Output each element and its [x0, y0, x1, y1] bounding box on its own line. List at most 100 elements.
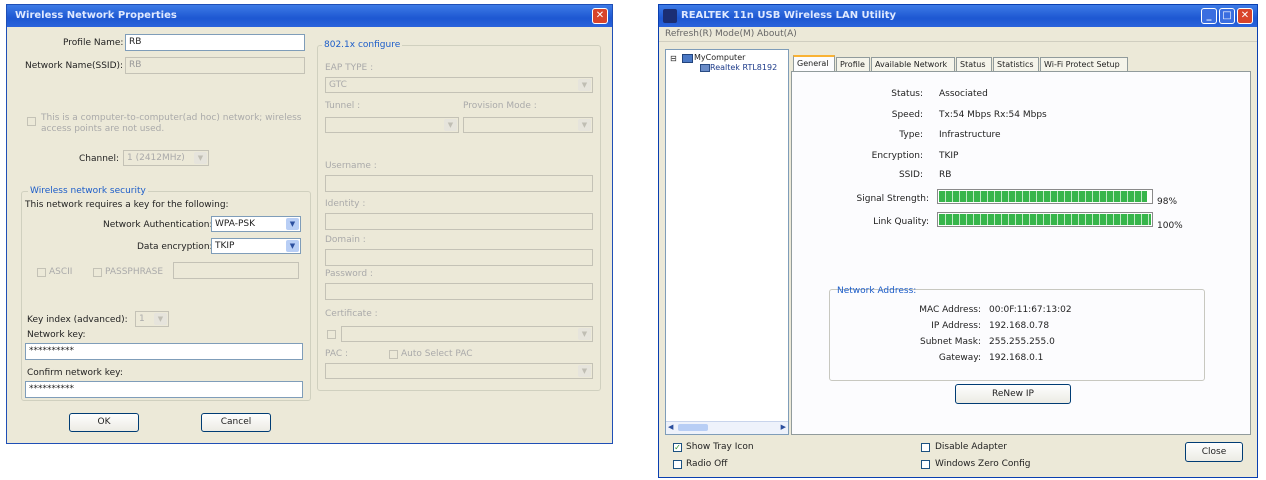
channel-label: Channel:	[79, 154, 119, 164]
ascii-checkbox[interactable]	[37, 268, 46, 277]
show-tray-checkbox[interactable]: ✓	[673, 443, 682, 452]
menu-refresh[interactable]: Refresh(R)	[665, 29, 712, 39]
ssid-value: RB	[939, 170, 952, 180]
wzc-checkbox[interactable]	[921, 460, 930, 469]
profile-name-input[interactable]: RB	[125, 34, 305, 51]
key-index-select[interactable]: 1 ▼	[135, 311, 169, 327]
chevron-down-icon: ▼	[578, 119, 591, 131]
dot1x-title: 802.1x configure	[322, 40, 403, 50]
pac-label: PAC :	[325, 349, 349, 359]
tree-hscrollbar[interactable]: ◀ ▶	[666, 421, 788, 434]
gateway-value: 192.168.0.1	[989, 353, 1044, 363]
tab-status[interactable]: Status	[956, 57, 992, 72]
close-button[interactable]: Close	[1185, 442, 1243, 462]
dialog-titlebar[interactable]: Wireless Network Properties ✕	[7, 5, 612, 27]
cancel-button[interactable]: Cancel	[201, 413, 271, 432]
tab-profile[interactable]: Profile	[836, 57, 870, 72]
utility-titlebar[interactable]: REALTEK 11n USB Wireless LAN Utility _ □…	[659, 5, 1257, 27]
link-label: Link Quality:	[873, 217, 929, 227]
tab-statistics[interactable]: Statistics	[993, 57, 1039, 72]
menu-about[interactable]: About(A)	[757, 29, 797, 39]
security-group-title: Wireless network security	[28, 186, 148, 196]
radio-off-checkbox[interactable]	[673, 460, 682, 469]
adhoc-text-line2: access points are not used.	[41, 124, 165, 134]
signal-value: 98%	[1157, 197, 1178, 207]
signal-label: Signal Strength:	[856, 194, 929, 204]
password-label: Password :	[325, 269, 373, 279]
disable-adapter-checkbox[interactable]	[921, 443, 930, 452]
adapter-icon	[700, 64, 710, 72]
confirm-key-label: Confirm network key:	[27, 368, 123, 378]
passphrase-input[interactable]	[173, 262, 299, 279]
chevron-down-icon: ▼	[578, 365, 591, 377]
certificate-select[interactable]: ▼	[341, 326, 593, 342]
minimize-icon[interactable]: _	[1201, 8, 1217, 24]
tab-available-network[interactable]: Available Network	[871, 57, 955, 72]
ssid-label: Network Name(SSID):	[25, 61, 124, 71]
mac-value: 00:0F:11:67:13:02	[989, 305, 1072, 315]
tree-child-label[interactable]: Realtek RTL8192	[710, 63, 777, 72]
scroll-left-icon[interactable]: ◀	[668, 423, 673, 431]
network-key-input[interactable]: **********	[25, 343, 303, 360]
ssid-input[interactable]: RB	[125, 57, 305, 74]
ok-button[interactable]: OK	[69, 413, 139, 432]
tunnel-select[interactable]: ▼	[325, 117, 459, 133]
tab-wifi-protect-setup[interactable]: Wi-Fi Protect Setup	[1040, 57, 1128, 72]
auth-select[interactable]: WPA-PSK ▼	[211, 216, 301, 232]
provision-select[interactable]: ▼	[463, 117, 593, 133]
auth-label: Network Authentication:	[103, 220, 213, 230]
tunnel-label: Tunnel :	[325, 101, 361, 111]
type-value: Infrastructure	[939, 130, 1001, 140]
password-input[interactable]	[325, 283, 593, 300]
chevron-down-icon: ▼	[578, 79, 591, 91]
dialog-title: Wireless Network Properties	[15, 10, 177, 21]
network-address-title: Network Address:	[837, 286, 917, 296]
chevron-down-icon: ▼	[194, 152, 207, 164]
chevron-down-icon: ▼	[286, 240, 299, 252]
speed-value: Tx:54 Mbps Rx:54 Mbps	[939, 110, 1047, 120]
chevron-down-icon: ▼	[286, 218, 299, 230]
network-address-group	[829, 289, 1205, 381]
passphrase-checkbox[interactable]	[93, 268, 102, 277]
confirm-key-input[interactable]: **********	[25, 381, 303, 398]
tree-pane: ⊟ MyComputer Realtek RTL8192 ◀ ▶	[665, 49, 789, 435]
mask-value: 255.255.255.0	[989, 337, 1055, 347]
username-input[interactable]	[325, 175, 593, 192]
key-index-label: Key index (advanced):	[27, 315, 128, 325]
auto-pac-checkbox[interactable]	[389, 350, 398, 359]
profile-name-label: Profile Name:	[63, 38, 124, 48]
chevron-down-icon: ▼	[444, 119, 457, 131]
gateway-label: Gateway:	[938, 353, 981, 363]
speed-label: Speed:	[891, 110, 923, 120]
eap-type-select[interactable]: GTC ▼	[325, 77, 593, 93]
signal-strength-fill	[939, 191, 1147, 202]
tree-expand-icon[interactable]: ⊟	[670, 54, 677, 63]
ascii-label: ASCII	[49, 267, 73, 277]
maximize-icon[interactable]: □	[1219, 8, 1235, 24]
provision-label: Provision Mode :	[463, 101, 537, 111]
channel-select[interactable]: 1 (2412MHz) ▼	[123, 150, 209, 166]
pac-select[interactable]: ▼	[325, 363, 593, 379]
close-icon[interactable]: ✕	[1237, 8, 1253, 24]
tab-general[interactable]: General	[793, 55, 835, 72]
domain-input[interactable]	[325, 249, 593, 266]
radio-off-label: Radio Off	[686, 459, 728, 469]
wzc-label: Windows Zero Config	[935, 459, 1031, 469]
identity-input[interactable]	[325, 213, 593, 230]
certificate-checkbox[interactable]	[327, 330, 336, 339]
tree-root-label[interactable]: MyComputer	[694, 53, 745, 62]
link-quality-fill	[939, 214, 1151, 225]
scroll-right-icon[interactable]: ▶	[781, 423, 786, 431]
enc-select[interactable]: TKIP ▼	[211, 238, 301, 254]
encryption-value: TKIP	[939, 151, 959, 161]
mac-label: MAC Address:	[919, 305, 981, 315]
network-key-label: Network key:	[27, 330, 86, 340]
close-icon[interactable]: ✕	[592, 8, 608, 24]
adhoc-checkbox[interactable]	[27, 117, 36, 126]
menu-mode[interactable]: Mode(M)	[715, 29, 754, 39]
auto-pac-label: Auto Select PAC	[401, 349, 473, 359]
scroll-thumb[interactable]	[678, 424, 708, 431]
renew-ip-button[interactable]: ReNew IP	[955, 384, 1071, 404]
link-value: 100%	[1157, 221, 1183, 231]
chevron-down-icon: ▼	[154, 313, 167, 325]
